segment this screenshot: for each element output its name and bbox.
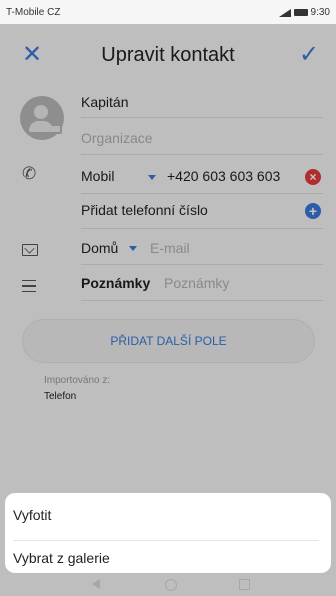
- battery-icon: [293, 9, 308, 16]
- signal-icon: [278, 8, 291, 17]
- nav-bar: [0, 573, 336, 596]
- photo-options-sheet: Vyfotit Vybrat z galerie: [5, 493, 331, 573]
- home-icon[interactable]: [165, 579, 177, 591]
- carrier-label: T-Mobile CZ: [6, 7, 61, 18]
- take-photo-option[interactable]: Vyfotit: [13, 507, 51, 523]
- recent-apps-icon[interactable]: [239, 579, 250, 590]
- divider: [13, 540, 319, 541]
- back-icon[interactable]: [92, 579, 100, 589]
- status-icons: 9:30: [278, 7, 330, 18]
- clock: 9:30: [310, 7, 330, 18]
- status-bar: T-Mobile CZ 9:30: [0, 0, 336, 24]
- choose-from-gallery-option[interactable]: Vybrat z galerie: [13, 550, 110, 566]
